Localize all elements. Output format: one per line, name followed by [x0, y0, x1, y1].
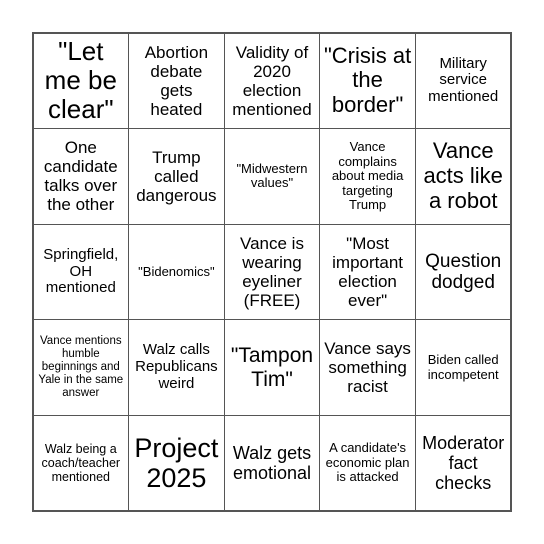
- free-space-cell[interactable]: Vance is wearing eyeliner (FREE): [223, 223, 321, 321]
- bingo-cell[interactable]: Vance complains about media targeting Tr…: [319, 128, 416, 225]
- bingo-cell[interactable]: Validity of 2020 election mentioned: [223, 32, 321, 130]
- bingo-cell[interactable]: One candidate talks over the other: [32, 128, 130, 225]
- bingo-cell[interactable]: Moderator fact checks: [414, 414, 512, 512]
- bingo-cell[interactable]: "Tampon Tim": [223, 319, 321, 416]
- bingo-cell[interactable]: A candidate's economic plan is attacked: [319, 414, 416, 512]
- bingo-board: "Let me be clear" Abortion debate gets h…: [32, 32, 512, 512]
- bingo-cell[interactable]: Question dodged: [414, 223, 512, 321]
- bingo-cell[interactable]: Project 2025: [128, 414, 225, 512]
- bingo-cell[interactable]: "Let me be clear": [32, 32, 130, 130]
- bingo-cell[interactable]: Walz being a coach/teacher mentioned: [32, 414, 130, 512]
- bingo-cell[interactable]: Walz gets emotional: [223, 414, 321, 512]
- bingo-cell[interactable]: "Crisis at the border": [319, 32, 416, 130]
- bingo-cell[interactable]: Vance says something racist: [319, 319, 416, 416]
- bingo-cell[interactable]: Vance mentions humble beginnings and Yal…: [32, 319, 130, 416]
- bingo-cell[interactable]: Springfield, OH mentioned: [32, 223, 130, 321]
- bingo-cell[interactable]: "Most important election ever": [319, 223, 416, 321]
- bingo-cell[interactable]: Vance acts like a robot: [414, 128, 512, 225]
- bingo-cell[interactable]: "Midwestern values": [223, 128, 321, 225]
- bingo-cell[interactable]: Trump called dangerous: [128, 128, 225, 225]
- bingo-cell[interactable]: "Bidenomics": [128, 223, 225, 321]
- bingo-cell[interactable]: Biden called incompetent: [414, 319, 512, 416]
- bingo-cell[interactable]: Abortion debate gets heated: [128, 32, 225, 130]
- bingo-cell[interactable]: Walz calls Republicans weird: [128, 319, 225, 416]
- bingo-cell[interactable]: Military service mentioned: [414, 32, 512, 130]
